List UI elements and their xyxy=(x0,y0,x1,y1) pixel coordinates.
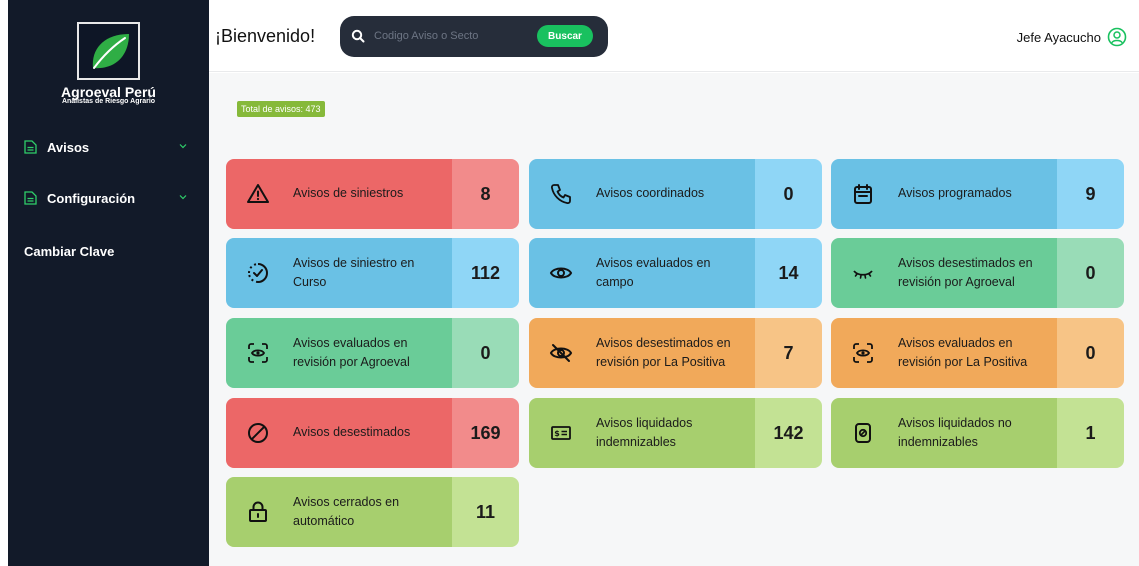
card-count: 112 xyxy=(452,238,519,308)
card-label: Avisos de siniestros xyxy=(293,186,404,201)
card-avisos-siniestros[interactable]: Avisos de siniestros 8 xyxy=(226,159,519,229)
card-avisos-desestimados[interactable]: Avisos desestimados 169 xyxy=(226,398,519,468)
card-avisos-desestimados-agroeval[interactable]: Avisos desestimados en revisión por Agro… xyxy=(831,238,1124,308)
scan-eye-icon xyxy=(853,343,873,363)
card-count: 0 xyxy=(1057,318,1124,388)
brand-subtitle: Analistas de Riesgo Agrario xyxy=(61,98,156,105)
card-avisos-liquidados-no-indemnizables[interactable]: Avisos liquidados no indemnizables 1 xyxy=(831,398,1124,468)
card-count: 0 xyxy=(1057,238,1124,308)
dashboard: Total de avisos: 473 Avisos de siniestro… xyxy=(209,73,1139,566)
card-avisos-cerrados-automatico[interactable]: Avisos cerrados en automático 11 xyxy=(226,477,519,547)
card-label: Avisos desestimados en revisión por Agro… xyxy=(898,255,1033,289)
card-label: Avisos desestimados xyxy=(293,425,411,440)
total-badge: Total de avisos: 473 xyxy=(237,101,325,117)
card-label: Avisos evaluados en revisión por La Posi… xyxy=(898,335,1028,369)
card-count: 142 xyxy=(755,398,822,468)
card-count: 9 xyxy=(1057,159,1124,229)
card-avisos-evaluados-campo[interactable]: Avisos evaluados en campo 14 xyxy=(529,238,822,308)
sidebar-item-label: Avisos xyxy=(47,139,90,155)
eye-closed-icon xyxy=(853,270,873,279)
eye-icon xyxy=(549,267,573,279)
card-count: 7 xyxy=(755,318,822,388)
card-label: Avisos desestimados en revisión por La P… xyxy=(596,335,731,369)
search-bar: Buscar xyxy=(340,16,608,57)
warning-icon xyxy=(247,184,269,203)
app: Agroeval Perú Analistas de Riesgo Agrari… xyxy=(0,0,1139,566)
card-label: Avisos programados xyxy=(898,186,1012,201)
lock-icon xyxy=(249,501,267,522)
sidebar-item-label: Cambiar Clave xyxy=(24,243,115,259)
card-count: 14 xyxy=(755,238,822,308)
card-avisos-evaluados-la-positiva[interactable]: Avisos evaluados en revisión por La Posi… xyxy=(831,318,1124,388)
document-icon xyxy=(24,140,37,154)
sidebar-item-configuracion[interactable]: Configuración xyxy=(24,188,194,208)
progress-check-icon xyxy=(248,263,268,283)
card-count: 169 xyxy=(452,398,519,468)
eye-off-icon xyxy=(549,344,573,362)
card-label: Avisos liquidados no indemnizables xyxy=(898,415,1012,449)
card-count: 0 xyxy=(452,318,519,388)
sidebar-item-label: Configuración xyxy=(47,190,136,206)
card-label: Avisos de siniestro en Curso xyxy=(293,255,415,289)
card-avisos-coordinados[interactable]: Avisos coordinados 0 xyxy=(529,159,822,229)
card-count: 11 xyxy=(452,477,519,547)
ban-icon xyxy=(248,423,268,443)
card-label: Avisos evaluados en campo xyxy=(596,255,711,289)
sidebar-item-avisos[interactable]: Avisos xyxy=(24,137,194,157)
sidebar: Agroeval Perú Analistas de Riesgo Agrari… xyxy=(8,0,209,566)
phone-icon xyxy=(550,184,571,205)
document-icon xyxy=(24,191,37,205)
logo xyxy=(77,22,140,80)
user-avatar-icon xyxy=(1107,27,1127,47)
search-input[interactable] xyxy=(374,27,524,45)
card-label: Avisos coordinados xyxy=(596,186,705,201)
card-avisos-evaluados-agroeval[interactable]: Avisos evaluados en revisión por Agroeva… xyxy=(226,318,519,388)
card-avisos-liquidados-indemnizables[interactable]: $ Avisos liquidados indemnizables 142 xyxy=(529,398,822,468)
welcome-title: ¡Bienvenido! xyxy=(215,26,316,46)
chevron-down-icon xyxy=(179,195,187,200)
card-avisos-programados[interactable]: Avisos programados 9 xyxy=(831,159,1124,229)
card-label: Avisos evaluados en revisión por Agroeva… xyxy=(293,335,410,369)
leaf-logo-icon xyxy=(92,34,129,69)
sidebar-item-cambiar-clave[interactable]: Cambiar Clave xyxy=(24,241,194,261)
search-button[interactable]: Buscar xyxy=(537,25,593,47)
money-icon: $ xyxy=(551,426,571,440)
card-avisos-siniestro-en-curso[interactable]: Avisos de siniestro en Curso 112 xyxy=(226,238,519,308)
receipt-icon xyxy=(855,423,871,443)
search-icon xyxy=(351,29,365,43)
topbar: ¡Bienvenido! Buscar Jefe Ayacucho xyxy=(209,0,1139,72)
svg-text:$: $ xyxy=(554,429,560,438)
card-avisos-desestimados-la-positiva[interactable]: Avisos desestimados en revisión por La P… xyxy=(529,318,822,388)
card-count: 1 xyxy=(1057,398,1124,468)
user-menu[interactable]: Jefe Ayacucho xyxy=(1017,27,1127,47)
card-label: Avisos cerrados en automático xyxy=(293,494,400,528)
card-count: 0 xyxy=(755,159,822,229)
calendar-icon xyxy=(854,184,872,204)
card-label: Avisos liquidados indemnizables xyxy=(596,415,693,449)
card-count: 8 xyxy=(452,159,519,229)
chevron-down-icon xyxy=(179,144,187,149)
scan-eye-icon xyxy=(248,343,268,363)
user-name: Jefe Ayacucho xyxy=(1016,29,1101,45)
